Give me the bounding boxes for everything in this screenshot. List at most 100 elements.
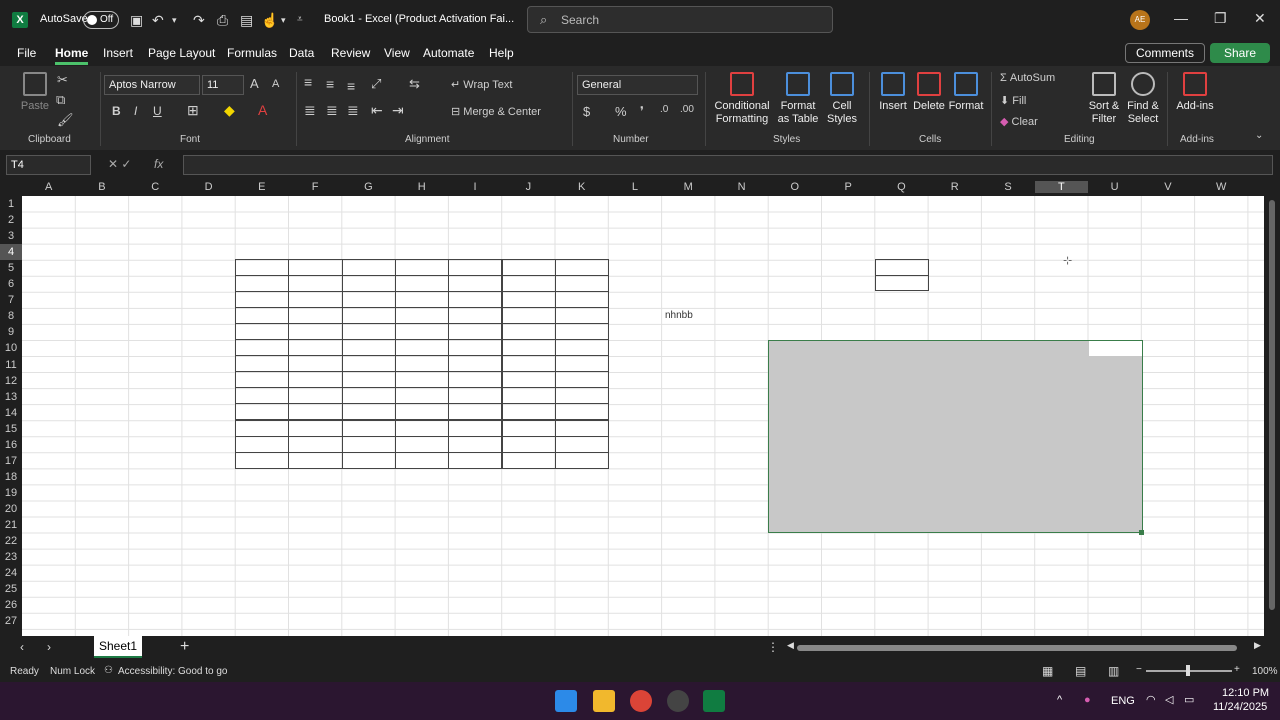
tab-insert[interactable]: Insert [103, 46, 133, 60]
align-right-icon[interactable]: ≣ [347, 102, 359, 119]
table-cell[interactable] [235, 371, 290, 389]
zoom-in-icon[interactable]: + [1234, 664, 1240, 675]
column-header-R[interactable]: R [928, 181, 981, 193]
column-header-Q[interactable]: Q [875, 181, 928, 193]
font-size-select[interactable]: 11 [202, 75, 244, 95]
status-accessibility[interactable]: Accessibility: Good to go [118, 666, 228, 677]
clock-time[interactable]: 12:10 PM [1222, 687, 1269, 699]
table-cell[interactable] [501, 275, 556, 293]
table-cell[interactable] [394, 435, 450, 453]
table-cell[interactable] [554, 307, 610, 325]
table-cell[interactable] [341, 275, 396, 293]
table-cell[interactable] [501, 339, 556, 357]
table-cell[interactable] [448, 275, 503, 293]
currency-button[interactable]: $ [583, 104, 590, 119]
column-header-L[interactable]: L [608, 181, 661, 193]
table-cell[interactable] [288, 371, 343, 389]
row-header-4[interactable]: 4 [0, 244, 22, 261]
table-cell[interactable] [288, 419, 343, 437]
user-avatar[interactable]: AE [1130, 10, 1150, 30]
table-cell[interactable] [341, 323, 396, 341]
prev-sheet-icon[interactable]: ‹ [20, 640, 24, 654]
page-break-view-icon[interactable]: ▥ [1108, 664, 1119, 678]
table-cell[interactable] [235, 323, 290, 341]
table-cell[interactable] [394, 323, 450, 341]
bold-button[interactable]: B [112, 104, 121, 118]
table-cell[interactable] [448, 435, 503, 453]
row-header-18[interactable]: 18 [0, 469, 22, 485]
table-cell[interactable] [501, 355, 556, 373]
row-header-27[interactable]: 27 [0, 613, 22, 629]
redo-icon[interactable]: ↷ [193, 12, 205, 29]
column-header-E[interactable]: E [235, 181, 288, 193]
normal-view-icon[interactable]: ▦ [1042, 664, 1053, 678]
table-cell[interactable] [288, 307, 343, 325]
table-cell[interactable] [501, 323, 556, 341]
table-cell[interactable] [501, 371, 556, 389]
row-header-15[interactable]: 15 [0, 421, 22, 437]
column-header-G[interactable]: G [342, 181, 395, 193]
add-sheet-button[interactable]: + [180, 638, 189, 656]
table-cell[interactable] [554, 291, 610, 309]
fill-handle[interactable] [1139, 530, 1144, 535]
save-icon[interactable]: ▣ [130, 12, 143, 29]
column-header-N[interactable]: N [715, 181, 768, 193]
table-cell[interactable] [448, 339, 503, 357]
cut-icon[interactable]: ✂ [57, 72, 68, 88]
table-cell[interactable] [341, 419, 396, 437]
table-cell[interactable] [501, 435, 556, 453]
table-cell[interactable] [235, 387, 290, 405]
number-format-select[interactable]: General [577, 75, 698, 95]
table-cell[interactable] [341, 371, 396, 389]
table-cell[interactable] [501, 259, 556, 277]
table-cell[interactable] [341, 259, 396, 277]
align-middle-icon[interactable]: ≡ [326, 76, 334, 92]
format-as-table-button[interactable]: Format as Table [774, 72, 822, 126]
row-header-24[interactable]: 24 [0, 565, 22, 581]
name-box[interactable]: T4 [6, 155, 91, 175]
language-indicator[interactable]: ENG [1111, 695, 1135, 707]
text-direction-icon[interactable]: ⇆ [409, 76, 420, 92]
table-cell[interactable] [448, 323, 503, 341]
column-header-S[interactable]: S [981, 181, 1034, 193]
table-cell[interactable] [554, 435, 610, 453]
tab-file[interactable]: File [17, 46, 36, 60]
row-header-1[interactable]: 1 [0, 196, 22, 212]
row-header-7[interactable]: 7 [0, 292, 22, 308]
tray-app-icon[interactable]: ● [1084, 694, 1091, 706]
minimize-icon[interactable]: — [1174, 10, 1188, 26]
column-header-U[interactable]: U [1088, 181, 1141, 193]
table-cell[interactable] [554, 403, 610, 421]
table-cell[interactable] [341, 435, 396, 453]
row-header-26[interactable]: 26 [0, 597, 22, 613]
increase-decimal-icon[interactable]: .0 [660, 104, 668, 115]
table-cell[interactable] [554, 275, 610, 293]
table-cell[interactable] [235, 403, 290, 421]
table-cell[interactable] [448, 403, 503, 421]
paste-button[interactable]: Paste [20, 72, 50, 113]
volume-icon[interactable]: ◁ [1165, 693, 1173, 706]
table-cell[interactable] [394, 307, 450, 325]
table-cell[interactable] [341, 387, 396, 405]
row-header-19[interactable]: 19 [0, 485, 22, 501]
row-header-14[interactable]: 14 [0, 405, 22, 421]
sheet-tab-sheet1[interactable]: Sheet1 [94, 636, 142, 658]
table-cell[interactable] [288, 323, 343, 341]
table-cell[interactable] [554, 323, 610, 341]
zoom-slider-thumb[interactable] [1186, 665, 1190, 676]
table-cell[interactable] [288, 355, 343, 373]
table-cell[interactable] [394, 403, 450, 421]
table-cell[interactable] [235, 451, 290, 469]
file-explorer-icon[interactable] [593, 690, 615, 712]
tab-formulas[interactable]: Formulas [227, 46, 277, 60]
table-cell[interactable] [394, 259, 450, 277]
table-cell[interactable] [235, 291, 290, 309]
table-cell[interactable] [341, 355, 396, 373]
table-cell[interactable] [448, 307, 503, 325]
table-cell[interactable] [235, 275, 290, 293]
row-header-13[interactable]: 13 [0, 389, 22, 405]
grow-font-icon[interactable]: A [250, 76, 259, 91]
row-header-6[interactable]: 6 [0, 276, 22, 292]
table-cell[interactable] [288, 275, 343, 293]
autosum-button[interactable]: Σ AutoSum [1000, 72, 1055, 84]
